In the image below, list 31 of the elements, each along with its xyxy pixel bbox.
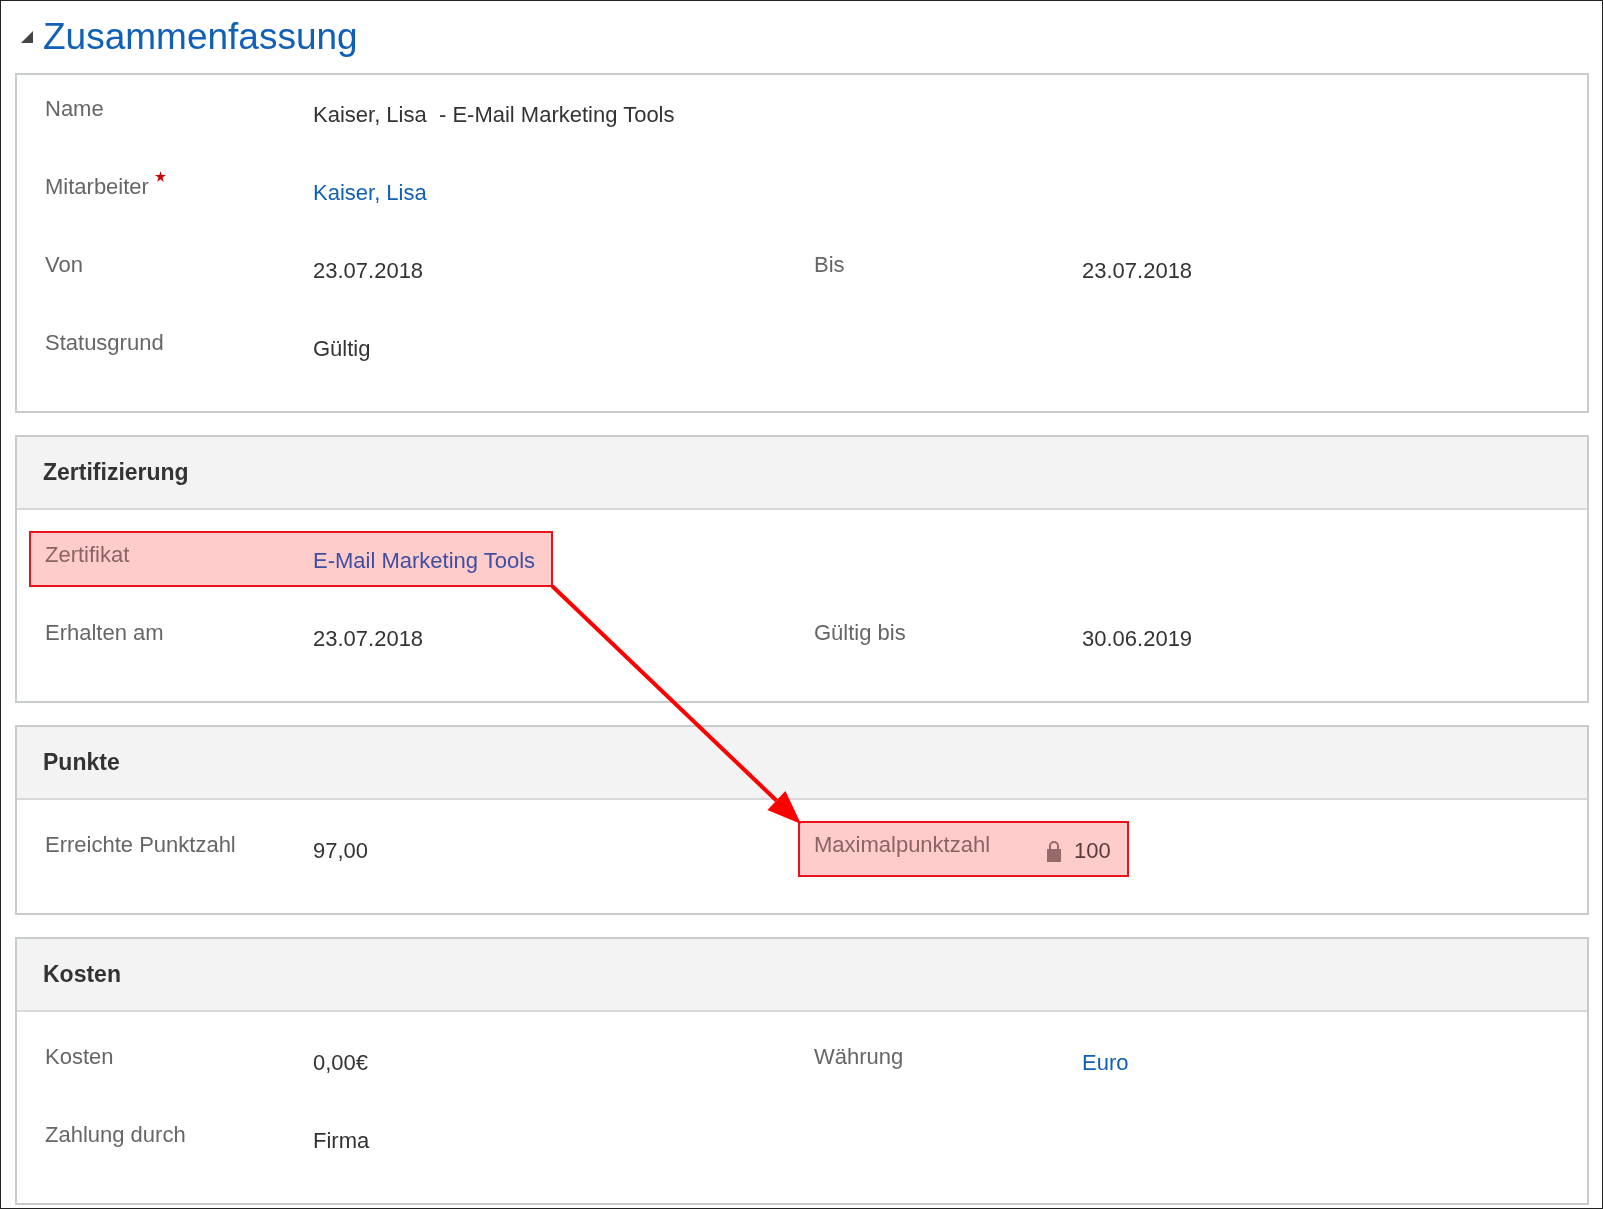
field-label: Gültig bis (814, 619, 906, 647)
field-value: 23.07.2018 (313, 257, 424, 285)
section-header: Kosten (17, 939, 1587, 1012)
field-value: 100 (1074, 837, 1111, 865)
field-label: Statusgrund (45, 329, 164, 357)
field-value: 30.06.2019 (1082, 625, 1193, 653)
field-label: Kosten (45, 1043, 114, 1071)
collapse-triangle-icon[interactable] (21, 31, 33, 43)
field-label: Maximalpunktzahl (814, 831, 991, 859)
field-label: Währung (814, 1043, 904, 1071)
field-value: Kaiser, Lisa - E-Mail Marketing Tools (313, 101, 675, 129)
field-value: Firma (313, 1127, 370, 1155)
section-header: Punkte (17, 727, 1587, 800)
field-link[interactable]: E-Mail Marketing Tools (313, 547, 536, 575)
section-title: Zusammenfassung (43, 16, 358, 58)
field-label: Zahlung durch (45, 1121, 186, 1149)
field-label: Von (45, 251, 83, 279)
field-label: Zertifikat (45, 541, 130, 569)
field-label: Mitarbeiter (45, 173, 149, 201)
field-value: 97,00 (313, 837, 369, 865)
field-label: Erreichte Punktzahl (45, 831, 236, 859)
field-label: Bis (814, 251, 845, 279)
field-value: 23.07.2018 (313, 625, 424, 653)
field-value: 23.07.2018 (1082, 257, 1193, 285)
field-label: Name (45, 95, 104, 123)
field-label: Erhalten am (45, 619, 164, 647)
field-link[interactable]: Euro (1082, 1049, 1129, 1077)
section-header: Zertifizierung (17, 437, 1587, 510)
field-value: 0,00€ (313, 1049, 369, 1077)
field-value: Gültig (313, 335, 371, 363)
field-link[interactable]: Kaiser, Lisa (313, 179, 427, 207)
